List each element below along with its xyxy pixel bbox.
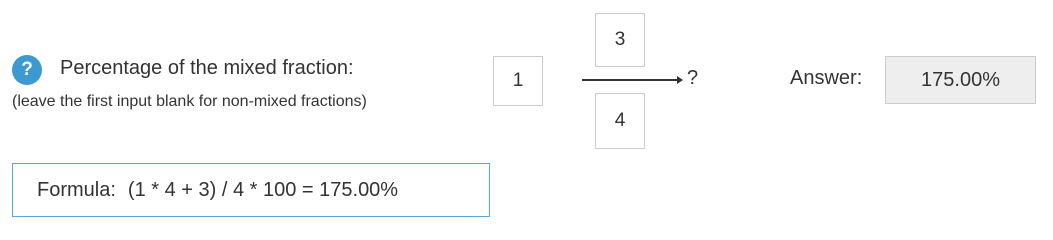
- question-hint: (leave the first input blank for non-mix…: [12, 93, 367, 110]
- formula-box: Formula: (1 * 4 + 3) / 4 * 100 = 175.00%: [12, 163, 490, 217]
- fraction-arrow-icon: [677, 76, 683, 84]
- numerator-input[interactable]: [595, 13, 645, 67]
- question-label: Percentage of the mixed fraction:: [60, 57, 354, 79]
- whole-number-input[interactable]: [493, 56, 543, 106]
- answer-output: 175.00%: [885, 56, 1036, 104]
- fraction-bar: [582, 79, 679, 81]
- question-mark: ?: [687, 67, 699, 89]
- mixed-fraction-percentage-calculator: ? Percentage of the mixed fraction: (lea…: [0, 0, 1053, 219]
- answer-label: Answer:: [790, 67, 863, 89]
- help-icon-glyph: ?: [21, 59, 33, 80]
- formula-label: Formula:: [37, 179, 116, 201]
- question-help-icon[interactable]: ?: [12, 55, 42, 85]
- formula-expression: (1 * 4 + 3) / 4 * 100 = 175.00%: [127, 179, 399, 201]
- denominator-input[interactable]: [595, 93, 645, 149]
